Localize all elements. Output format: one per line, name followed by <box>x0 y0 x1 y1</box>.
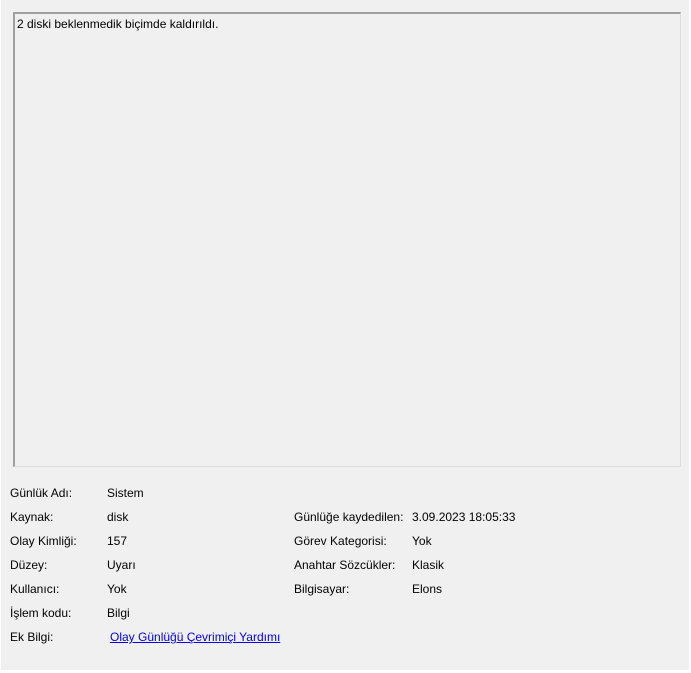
event-properties-panel: 2 diski beklenmedik biçimde kaldırıldı. … <box>1 0 689 670</box>
keywords-value: Klasik <box>412 558 445 572</box>
level-value: Uyarı <box>107 558 136 572</box>
computer-label: Bilgisayar: <box>294 582 350 596</box>
online-help-link[interactable]: Olay Günlüğü Çevrimiçi Yardımı <box>110 630 280 644</box>
task-category-value: Yok <box>412 534 432 548</box>
user-label: Kullanıcı: <box>10 582 60 596</box>
task-category-label: Görev Kategorisi: <box>294 534 387 548</box>
event-description-box[interactable]: 2 diski beklenmedik biçimde kaldırıldı. <box>13 12 681 467</box>
keywords-label: Anahtar Sözcükler: <box>294 558 396 572</box>
event-description-text: 2 diski beklenmedik biçimde kaldırıldı. <box>17 17 219 31</box>
opcode-label: İşlem kodu: <box>10 606 72 620</box>
log-name-value: Sistem <box>107 486 144 500</box>
log-name-label: Günlük Adı: <box>10 486 73 500</box>
logged-value: 3.09.2023 18:05:33 <box>412 510 516 524</box>
computer-value: Elons <box>412 582 443 596</box>
logged-label: Günlüğe kaydedilen: <box>294 510 404 524</box>
source-value: disk <box>107 510 129 524</box>
event-id-label: Olay Kimliği: <box>10 534 77 548</box>
event-id-value: 157 <box>107 534 128 548</box>
user-value: Yok <box>107 582 127 596</box>
more-info-label: Ek Bilgi: <box>10 630 54 644</box>
level-label: Düzey: <box>10 558 48 572</box>
source-label: Kaynak: <box>10 510 54 524</box>
opcode-value: Bilgi <box>107 606 130 620</box>
